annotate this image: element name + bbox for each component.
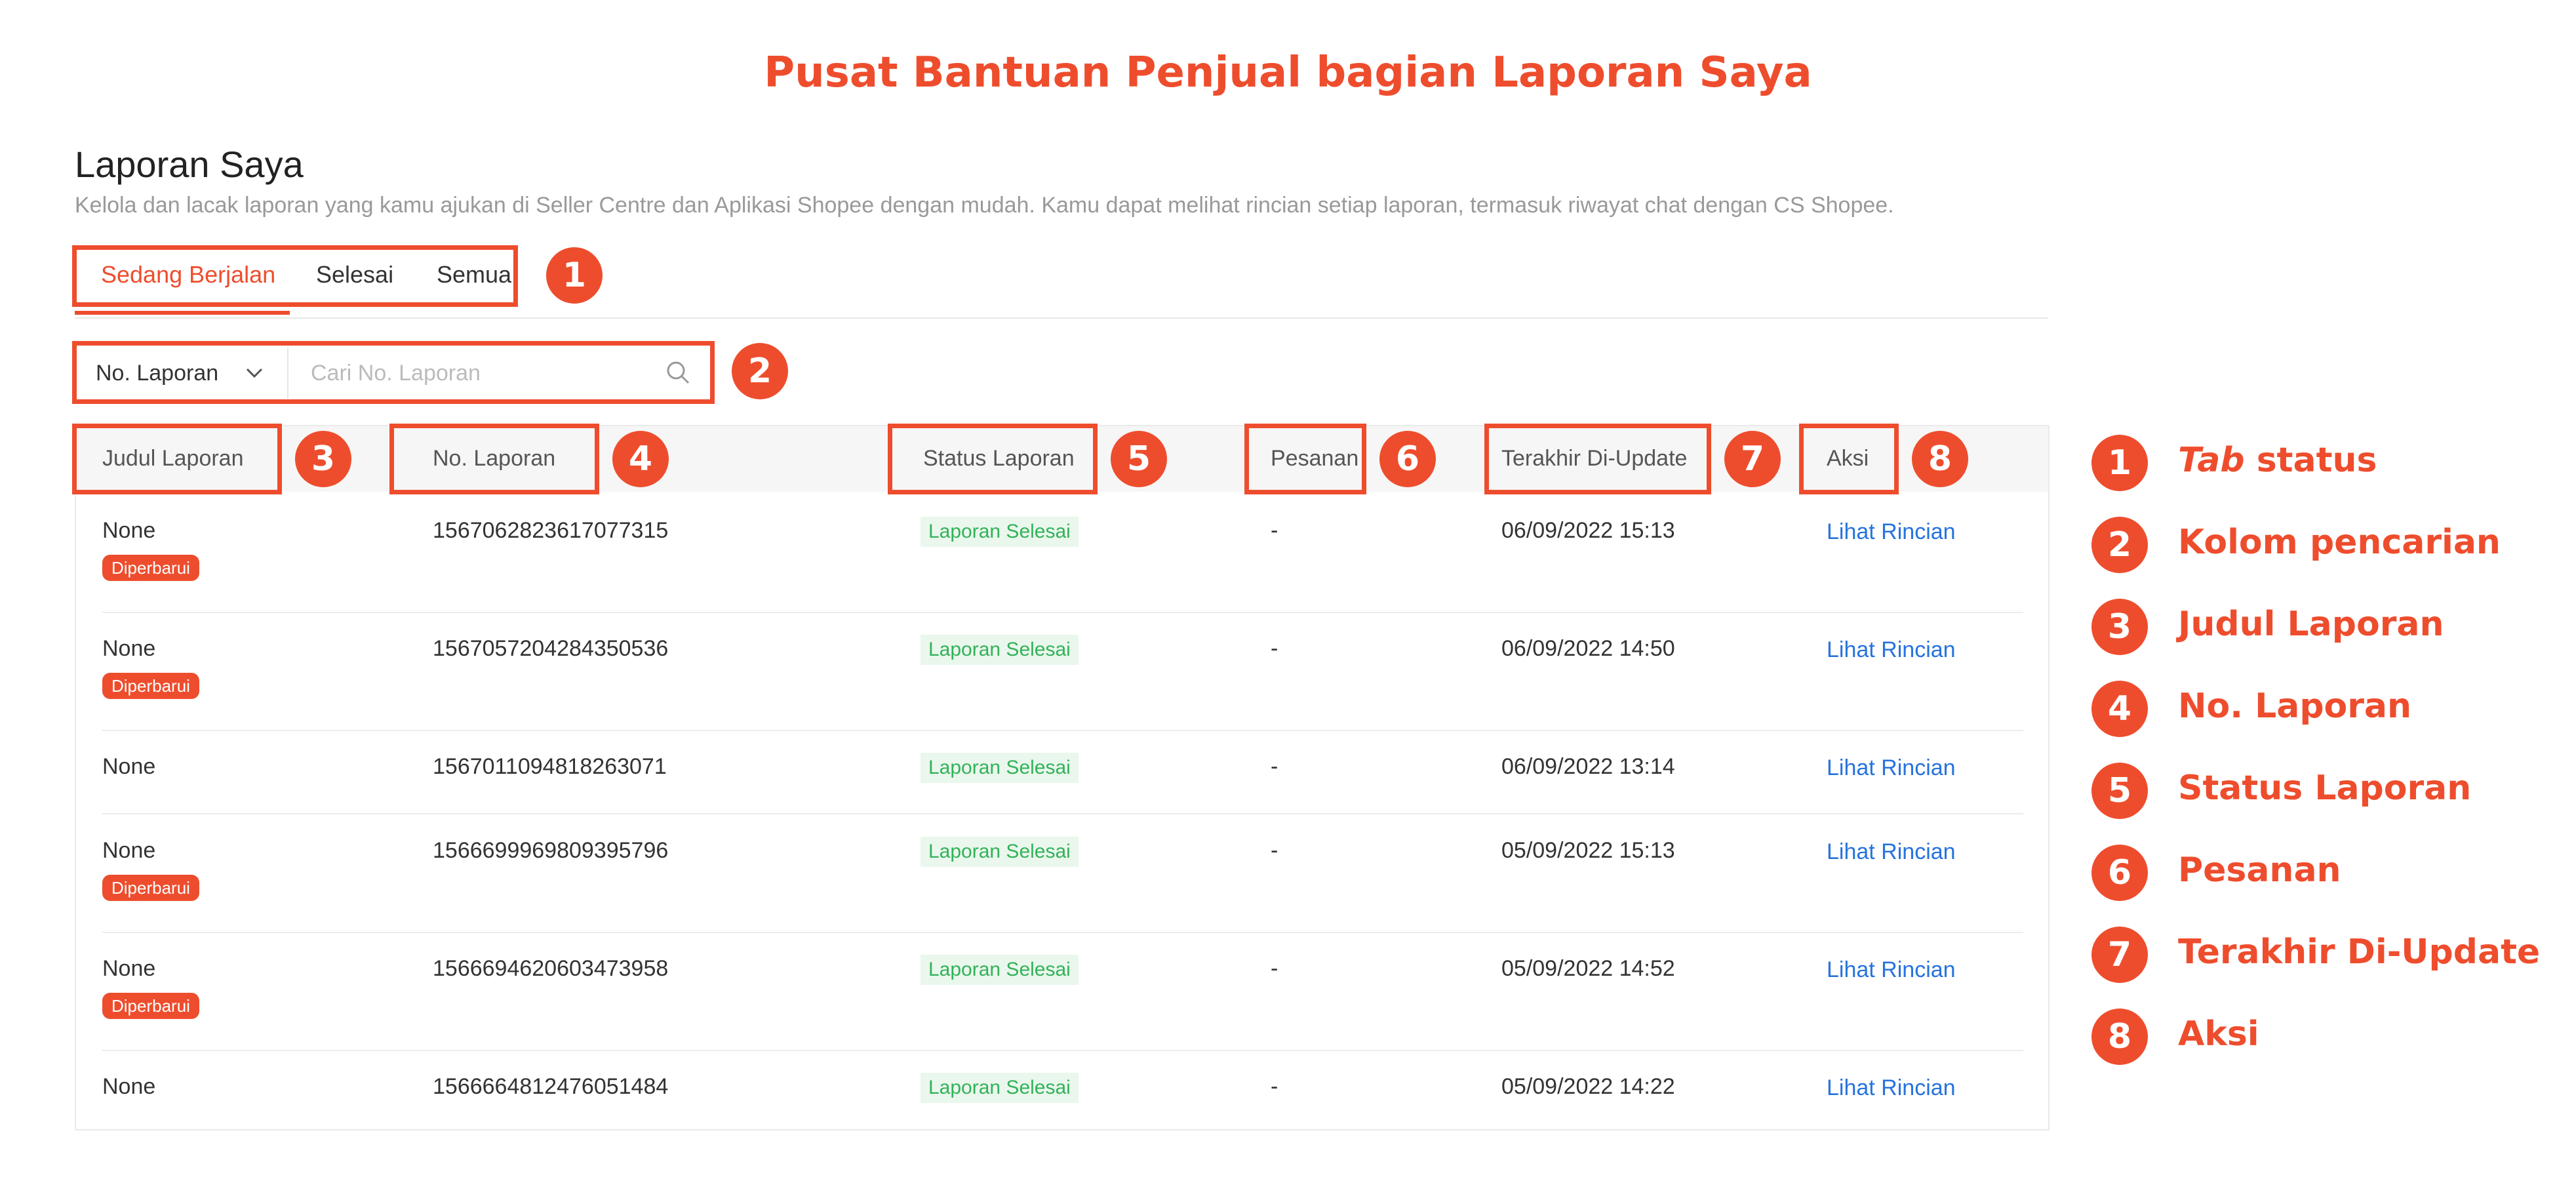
legend-badge-5: 5 (2091, 763, 2148, 819)
row-divider (102, 1050, 2023, 1051)
status-badge: Laporan Selesai (921, 955, 1079, 985)
legend-badge-2: 2 (2091, 517, 2148, 573)
highlight-aksi (1799, 424, 1899, 494)
status-badge: Laporan Selesai (921, 635, 1079, 665)
legend-label-4: No. Laporan (2178, 687, 2412, 726)
updated-badge: Diperbarui (102, 673, 199, 699)
legend-label-8: Aksi (2178, 1014, 2259, 1054)
status-badge: Laporan Selesai (921, 753, 1079, 783)
legend-label-5: Status Laporan (2178, 769, 2472, 808)
legend-badge-1: 1 (2091, 435, 2148, 491)
highlight-pesanan (1244, 424, 1366, 494)
highlight-judul-laporan (72, 424, 282, 494)
legend-badge-4: 4 (2091, 681, 2148, 737)
legend-badge-7: 7 (2091, 927, 2148, 983)
callout-badge-2: 2 (732, 343, 788, 399)
view-details-link[interactable]: Lihat Rincian (1827, 839, 1956, 865)
highlight-tabs (72, 245, 518, 307)
legend-label-3: Judul Laporan (2178, 605, 2444, 644)
legend-label-7: Terakhir Di-Update (2178, 932, 2541, 972)
updated-badge: Diperbarui (102, 875, 199, 901)
report-number: 1566664812476051484 (433, 1074, 669, 1099)
last-update: 05/09/2022 15:13 (1501, 838, 1675, 863)
active-tab-indicator (75, 311, 290, 315)
row-divider (102, 813, 2023, 814)
highlight-no-laporan (389, 424, 599, 494)
view-details-link[interactable]: Lihat Rincian (1827, 755, 1956, 781)
view-details-link[interactable]: Lihat Rincian (1827, 519, 1956, 545)
last-update: 06/09/2022 15:13 (1501, 518, 1675, 543)
view-details-link[interactable]: Lihat Rincian (1827, 957, 1956, 983)
legend-label-2: Kolom pencarian (2178, 523, 2501, 562)
legend-badge-3: 3 (2091, 599, 2148, 655)
order-value: - (1271, 636, 1278, 661)
highlight-status-laporan (888, 424, 1098, 494)
tab-divider (75, 317, 2048, 319)
page-description: Kelola dan lacak laporan yang kamu ajuka… (75, 193, 1894, 218)
callout-badge-3: 3 (295, 431, 351, 487)
report-number: 1566699969809395796 (433, 838, 669, 863)
row-divider (102, 612, 2023, 613)
report-number: 1566694620603473958 (433, 956, 669, 981)
order-value: - (1271, 1074, 1278, 1099)
row-divider (102, 730, 2023, 731)
last-update: 05/09/2022 14:22 (1501, 1074, 1675, 1099)
order-value: - (1271, 838, 1278, 863)
page-title: Laporan Saya (75, 144, 304, 185)
row-divider (102, 932, 2023, 933)
report-title: None (102, 1074, 156, 1099)
report-number: 1567057204284350536 (433, 636, 669, 661)
view-details-link[interactable]: Lihat Rincian (1827, 1075, 1956, 1101)
callout-badge-7: 7 (1724, 431, 1781, 487)
callout-badge-1: 1 (546, 247, 603, 304)
last-update: 05/09/2022 14:52 (1501, 956, 1675, 981)
status-badge: Laporan Selesai (921, 1073, 1079, 1103)
highlight-terakhir-di-update (1484, 424, 1711, 494)
status-badge: Laporan Selesai (921, 517, 1079, 547)
order-value: - (1271, 754, 1278, 779)
view-details-link[interactable]: Lihat Rincian (1827, 637, 1956, 663)
status-badge: Laporan Selesai (921, 837, 1079, 867)
report-title: None (102, 838, 156, 863)
last-update: 06/09/2022 14:50 (1501, 636, 1675, 661)
callout-badge-8: 8 (1912, 431, 1968, 487)
report-title: None (102, 956, 156, 981)
figure-title: Pusat Bantuan Penjual bagian Laporan Say… (764, 49, 1812, 97)
last-update: 06/09/2022 13:14 (1501, 754, 1675, 779)
order-value: - (1271, 956, 1278, 981)
report-title: None (102, 518, 156, 543)
callout-badge-6: 6 (1379, 431, 1436, 487)
highlight-search (72, 341, 715, 404)
callout-badge-4: 4 (612, 431, 669, 487)
callout-badge-5: 5 (1111, 431, 1167, 487)
legend-badge-8: 8 (2091, 1009, 2148, 1065)
updated-badge: Diperbarui (102, 555, 199, 581)
legend-label-6: Pesanan (2178, 850, 2341, 890)
report-number: 1567011094818263071 (433, 754, 667, 779)
updated-badge: Diperbarui (102, 993, 199, 1019)
legend-badge-6: 6 (2091, 845, 2148, 901)
order-value: - (1271, 518, 1278, 543)
report-title: None (102, 636, 156, 661)
report-title: None (102, 754, 156, 779)
legend-label-1: Tab status (2178, 441, 2377, 480)
report-number: 1567062823617077315 (433, 518, 669, 543)
